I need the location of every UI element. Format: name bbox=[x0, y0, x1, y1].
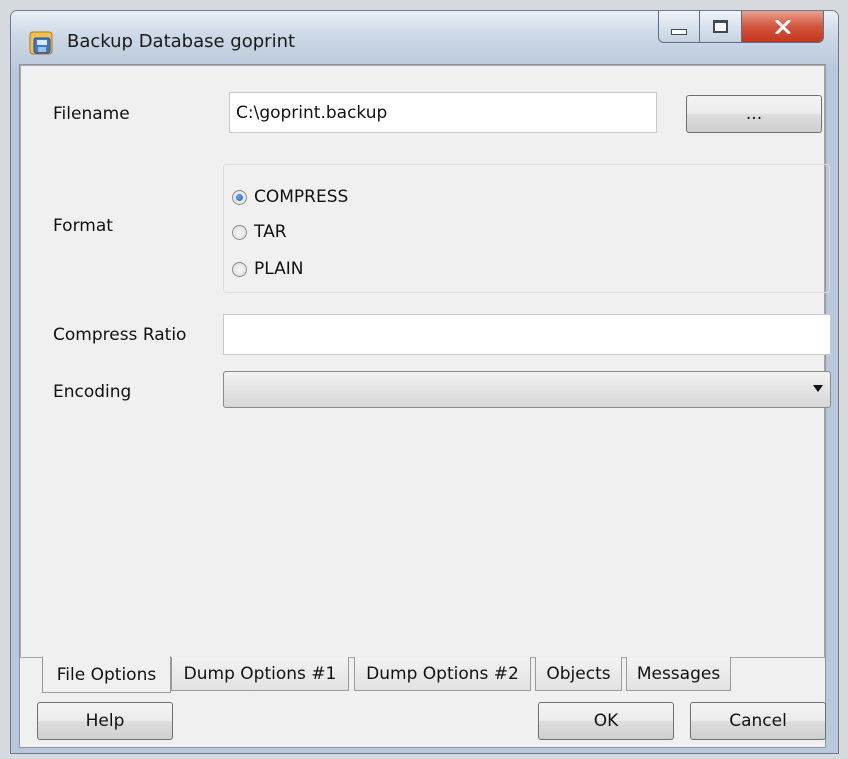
chevron-down-icon[interactable] bbox=[813, 385, 823, 392]
minimize-icon bbox=[671, 28, 687, 35]
filename-input[interactable] bbox=[229, 92, 657, 133]
encoding-label: Encoding bbox=[53, 382, 132, 402]
tab-messages[interactable]: Messages bbox=[626, 657, 731, 691]
radio-tar-label: TAR bbox=[254, 222, 287, 242]
window-title: Backup Database goprint bbox=[67, 31, 296, 52]
database-backup-icon bbox=[29, 31, 53, 55]
format-label: Format bbox=[53, 216, 113, 236]
tab-file-options[interactable]: File Options bbox=[42, 656, 171, 693]
radio-compress[interactable]: COMPRESS bbox=[232, 187, 348, 207]
minimize-button[interactable] bbox=[658, 11, 700, 43]
help-button[interactable]: Help bbox=[37, 702, 173, 740]
title-bar[interactable]: Backup Database goprint bbox=[11, 11, 838, 65]
radio-plain[interactable]: PLAIN bbox=[232, 259, 303, 279]
maximize-icon bbox=[713, 20, 728, 33]
browse-button[interactable]: ... bbox=[686, 95, 822, 133]
tab-dump-options-2[interactable]: Dump Options #2 bbox=[354, 657, 531, 691]
filename-label: Filename bbox=[53, 104, 130, 124]
compress-ratio-input[interactable] bbox=[223, 314, 831, 355]
radio-plain-indicator[interactable] bbox=[232, 261, 247, 277]
radio-compress-indicator[interactable] bbox=[232, 189, 247, 205]
radio-compress-label: COMPRESS bbox=[254, 187, 349, 207]
file-options-panel: Filename ... Format COMPRESS TAR PLAIN C… bbox=[20, 65, 831, 658]
cancel-button[interactable]: Cancel bbox=[690, 702, 826, 740]
format-groupbox: COMPRESS TAR PLAIN bbox=[223, 164, 830, 293]
radio-tar[interactable]: TAR bbox=[232, 222, 287, 242]
radio-plain-label: PLAIN bbox=[254, 259, 304, 279]
dialog-client-area: Filename ... Format COMPRESS TAR PLAIN C… bbox=[19, 64, 831, 748]
tab-objects[interactable]: Objects bbox=[535, 657, 622, 691]
close-icon bbox=[775, 19, 790, 34]
ok-button[interactable]: OK bbox=[538, 702, 674, 740]
backup-dialog-window: Backup Database goprint Filename ... For… bbox=[10, 10, 839, 754]
maximize-button[interactable] bbox=[700, 11, 742, 43]
tab-dump-options-1[interactable]: Dump Options #1 bbox=[171, 657, 349, 691]
compress-ratio-label: Compress Ratio bbox=[53, 325, 187, 345]
close-button[interactable] bbox=[742, 11, 824, 43]
encoding-select[interactable] bbox=[223, 371, 831, 408]
radio-tar-indicator[interactable] bbox=[232, 224, 247, 240]
